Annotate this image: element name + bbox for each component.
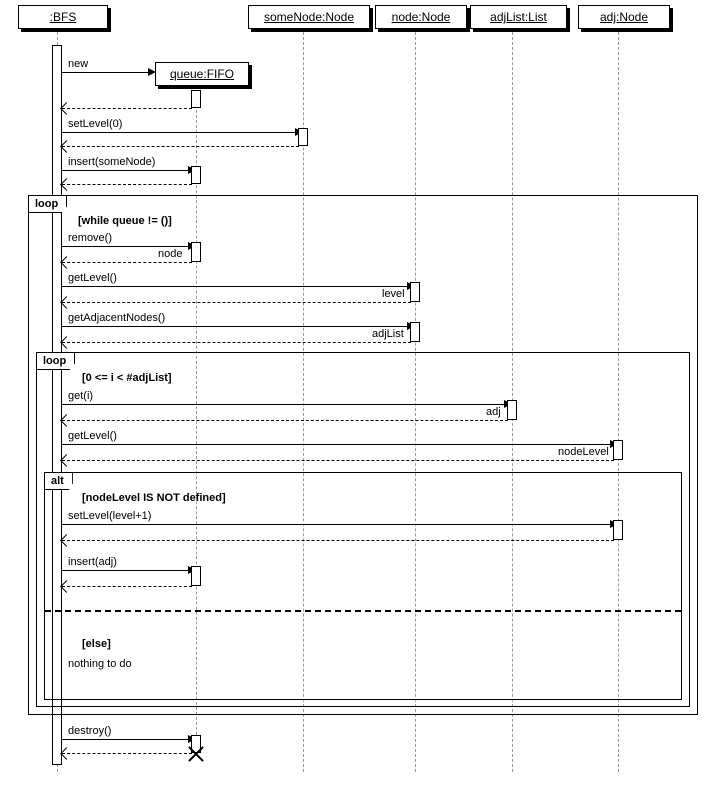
line-setlevel0	[62, 132, 299, 133]
msg-geti: get(i)	[68, 390, 93, 402]
activation-node-1	[410, 282, 420, 302]
guard-loop1: [while queue != ()]	[78, 215, 172, 227]
activation-queue-3	[191, 242, 201, 262]
participant-node: node:Node	[375, 5, 467, 29]
frame-label-loop1: loop	[29, 196, 67, 213]
line-new	[62, 72, 152, 73]
msg-insert-some: insert(someNode)	[68, 156, 155, 168]
msg-remove: remove()	[68, 232, 112, 244]
return-insert-adj	[62, 586, 192, 588]
activation-somenode	[298, 128, 308, 146]
activation-adj-1	[613, 440, 623, 460]
msg-getadj: getAdjacentNodes()	[68, 312, 165, 324]
return-destroy	[62, 753, 192, 755]
activation-node-2	[410, 322, 420, 342]
msg-getlevel2: getLevel()	[68, 430, 117, 442]
msg-adj-return: adj	[486, 406, 501, 418]
return-geti	[62, 420, 508, 422]
msg-adjlist-return: adjList	[372, 328, 404, 340]
return-new	[62, 108, 192, 110]
arrow-new	[148, 68, 156, 76]
note-nothing: nothing to do	[68, 658, 132, 670]
msg-level-return: level	[382, 288, 405, 300]
msg-destroy: destroy()	[68, 725, 111, 737]
activation-queue-1	[191, 90, 201, 108]
activation-queue-2	[191, 166, 201, 184]
return-getadj	[62, 342, 411, 344]
msg-setlevel-plus: setLevel(level+1)	[68, 510, 151, 522]
frame-label-loop2: loop	[37, 353, 75, 370]
activation-queue-4	[191, 566, 201, 586]
participant-adj: adj:Node	[578, 5, 670, 29]
participant-bfs: :BFS	[18, 5, 108, 29]
msg-new: new	[68, 58, 88, 70]
line-insert-some	[62, 170, 192, 171]
msg-setlevel0: setLevel(0)	[68, 118, 122, 130]
sequence-diagram: :BFS queue:FIFO someNode:Node node:Node …	[0, 0, 707, 790]
line-getlevel2	[62, 444, 614, 445]
activation-adj-2	[613, 520, 623, 540]
return-setlevel0	[62, 146, 299, 148]
destroy-icon	[186, 743, 206, 763]
line-destroy	[62, 739, 192, 740]
return-setlevel-plus	[62, 540, 614, 542]
guard-alt1: [nodeLevel IS NOT defined]	[82, 492, 226, 504]
guard-alt-else: [else]	[82, 638, 111, 650]
guard-loop2: [0 <= i < #adjList]	[82, 372, 172, 384]
line-insert-adj	[62, 570, 192, 571]
alt-divider	[45, 610, 681, 612]
activation-adjlist	[507, 400, 517, 420]
line-setlevel-plus	[62, 524, 614, 525]
line-remove	[62, 246, 192, 247]
return-getlevel1	[62, 302, 411, 304]
participant-someNode: someNode:Node	[248, 5, 370, 29]
line-getadj	[62, 326, 411, 327]
msg-nodelevel-return: nodeLevel	[558, 446, 609, 458]
line-geti	[62, 404, 508, 405]
frame-label-alt: alt	[45, 473, 73, 490]
return-insert-some	[62, 184, 192, 186]
participant-adjList: adjList:List	[470, 5, 567, 29]
participant-queue: queue:FIFO	[155, 62, 249, 86]
return-remove	[62, 262, 192, 264]
msg-insert-adj: insert(adj)	[68, 556, 117, 568]
msg-node-return: node	[158, 248, 182, 260]
return-getlevel2	[62, 460, 614, 462]
line-getlevel1	[62, 286, 411, 287]
msg-getlevel1: getLevel()	[68, 272, 117, 284]
